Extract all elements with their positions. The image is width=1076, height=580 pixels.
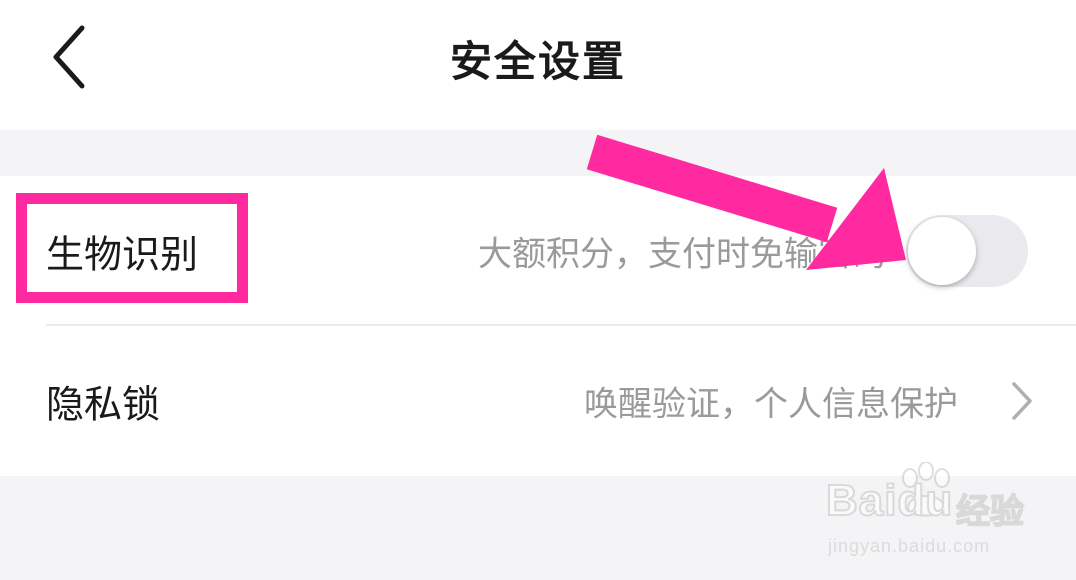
annotation-arrow xyxy=(586,134,906,270)
